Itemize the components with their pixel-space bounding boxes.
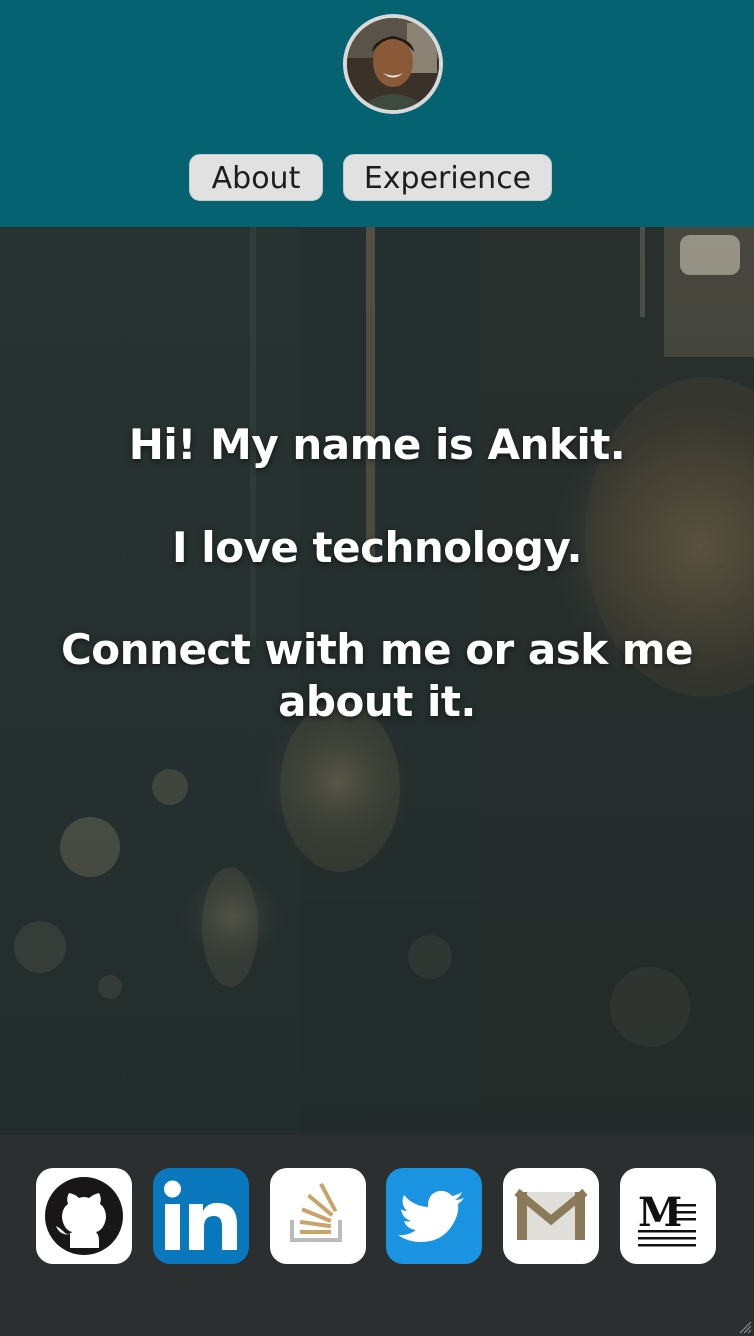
gmail-icon xyxy=(514,1188,588,1240)
nav-experience-button[interactable]: Experience xyxy=(343,154,552,201)
hero-greeting: Hi! My name is Ankit. xyxy=(128,420,626,469)
footer-bar: M xyxy=(0,1135,754,1336)
hero-tagline: I love technology. xyxy=(172,523,582,572)
avatar xyxy=(343,14,443,114)
hero-section: Hi! My name is Ankit. I love technology.… xyxy=(0,227,754,1135)
nav-about-button[interactable]: About xyxy=(189,154,323,201)
profile-photo-icon xyxy=(347,18,439,110)
medium-link[interactable]: M xyxy=(620,1168,716,1264)
svg-text:M: M xyxy=(638,1189,682,1236)
linkedin-icon xyxy=(164,1180,237,1250)
linkedin-link[interactable] xyxy=(153,1168,249,1264)
github-icon xyxy=(45,1177,123,1255)
twitter-icon xyxy=(398,1190,464,1242)
stackoverflow-icon xyxy=(290,1182,342,1242)
twitter-link[interactable] xyxy=(386,1168,482,1264)
header-bar: About Experience xyxy=(0,0,754,227)
resize-grip-icon[interactable] xyxy=(738,1320,752,1334)
github-link[interactable] xyxy=(36,1168,132,1264)
medium-icon: M xyxy=(638,1189,696,1247)
hero-connect: Connect with me or ask me about it. xyxy=(60,625,694,726)
stackoverflow-link[interactable] xyxy=(270,1168,366,1264)
gmail-link[interactable] xyxy=(503,1168,599,1264)
